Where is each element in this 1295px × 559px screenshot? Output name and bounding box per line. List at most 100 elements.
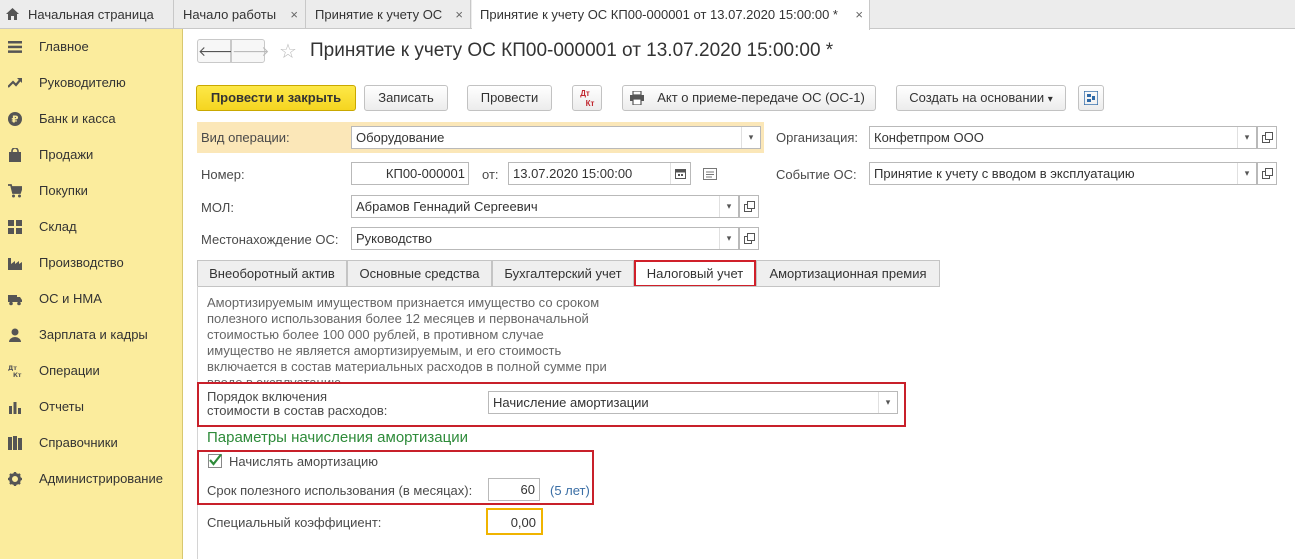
special-coefficient-field[interactable]: 0,00 (486, 508, 543, 535)
sidebar-item-label: Банк и касса (39, 111, 116, 126)
operation-label: Вид операции: (201, 130, 290, 145)
open-icon (744, 233, 755, 244)
mol-label: МОЛ: (201, 200, 234, 215)
menu-icon (8, 41, 22, 53)
order-label: Порядок включения стоимости в состав рас… (207, 390, 387, 418)
dropdown-arrow-icon[interactable]: ▾ (1237, 127, 1256, 148)
dt-kt-button[interactable]: Дт Кт (572, 85, 602, 111)
create-based-on-button[interactable]: Создать на основании ▾ (896, 85, 1066, 111)
tab-os-document[interactable]: Принятие к учету ОС КП00-000001 от 13.07… (472, 0, 870, 30)
tab-tax-accounting[interactable]: Налоговый учет (634, 260, 756, 287)
operation-field[interactable]: Оборудование ▾ (351, 126, 761, 149)
ruble-icon: ₽ (8, 112, 22, 126)
open-event-button[interactable] (1257, 162, 1277, 185)
sidebar-item-label: Склад (39, 219, 77, 234)
sidebar-item-label: Продажи (39, 147, 94, 162)
event-label: Событие ОС: (776, 167, 857, 182)
calendar-button[interactable] (670, 163, 690, 184)
post-button[interactable]: Провести (467, 85, 552, 111)
sidebar-item-manager[interactable]: Руководителю (0, 65, 183, 101)
gear-icon (8, 472, 22, 486)
structure-button[interactable] (1078, 85, 1104, 111)
coef-value: 0,00 (510, 515, 536, 530)
bag-icon (9, 148, 21, 162)
tab-accounting[interactable]: Бухгалтерский учет (492, 260, 634, 287)
tab-start-work[interactable]: Начало работы × (175, 0, 306, 29)
sidebar-item-label: Зарплата и кадры (39, 327, 148, 342)
close-icon[interactable]: × (290, 0, 298, 29)
document-form: 🡐 🡒 ☆ Принятие к учету ОС КП00-000001 от… (184, 30, 1295, 559)
event-value: Принятие к учету с вводом в эксплуатацию (874, 166, 1135, 181)
open-icon (1262, 168, 1273, 179)
dropdown-arrow-icon[interactable]: ▾ (741, 127, 760, 148)
truck-icon (8, 295, 22, 306)
sidebar-item-warehouse[interactable]: Склад (0, 209, 183, 245)
checkmark-icon (209, 453, 222, 466)
warehouse-icon (8, 220, 22, 234)
number-field[interactable]: КП00-000001 (351, 162, 469, 185)
tab-os-document-label: Принятие к учету ОС КП00-000001 от 13.07… (480, 7, 838, 22)
svg-text:Кт: Кт (13, 372, 22, 378)
close-icon[interactable]: × (455, 0, 463, 29)
create-based-on-label: Создать на основании (909, 90, 1045, 105)
accrue-checkbox[interactable] (208, 453, 222, 468)
date-from-label: от: (482, 167, 499, 182)
close-icon[interactable]: × (855, 0, 863, 29)
date-value: 13.07.2020 15:00:00 (513, 166, 633, 181)
tab-os-list[interactable]: Принятие к учету ОС × (307, 0, 471, 29)
mol-field[interactable]: Абрамов Геннадий Сергеевич ▾ (351, 195, 739, 218)
organization-value: Конфетпром ООО (874, 130, 984, 145)
save-button[interactable]: Записать (364, 85, 448, 111)
event-field[interactable]: Принятие к учету с вводом в эксплуатацию… (869, 162, 1257, 185)
back-button[interactable]: 🡐 (197, 39, 236, 63)
order-value: Начисление амортизации (493, 395, 649, 410)
sidebar-item-production[interactable]: Производство (0, 245, 183, 281)
comment-icon[interactable] (703, 168, 717, 180)
cart-icon (8, 184, 22, 198)
order-field[interactable]: Начисление амортизации ▾ (488, 391, 898, 414)
sidebar-item-purchases[interactable]: Покупки (0, 173, 183, 209)
sidebar-item-assets[interactable]: ОС и НМА (0, 281, 183, 317)
dropdown-arrow-icon[interactable]: ▾ (878, 392, 897, 413)
open-icon (1262, 132, 1273, 143)
sidebar-item-sales[interactable]: Продажи (0, 137, 183, 173)
dropdown-arrow-icon[interactable]: ▾ (719, 196, 738, 217)
open-mol-button[interactable] (739, 195, 759, 218)
mol-value: Абрамов Геннадий Сергеевич (356, 199, 538, 214)
forward-button[interactable]: 🡒 (231, 39, 270, 63)
tab-depreciation-bonus[interactable]: Амортизационная премия (756, 260, 940, 287)
org-label: Организация: (776, 130, 859, 145)
tab-home[interactable]: Начальная страница (0, 0, 174, 29)
organization-field[interactable]: Конфетпром ООО ▾ (869, 126, 1257, 149)
date-field[interactable]: 13.07.2020 15:00:00 (508, 162, 691, 185)
term-field[interactable]: 60 (488, 478, 540, 501)
location-value: Руководство (356, 231, 432, 246)
act-os1-button[interactable]: Акт о приеме-передаче ОС (ОС-1) (622, 85, 876, 111)
print-icon (630, 91, 644, 105)
sidebar-item-references[interactable]: Справочники (0, 425, 183, 461)
structure-icon (1084, 91, 1098, 105)
sidebar: Главное Руководителю ₽ Банк и касса Прод… (0, 29, 183, 559)
svg-text:₽: ₽ (12, 115, 19, 126)
tab-noncurrent-asset[interactable]: Внеоборотный актив (197, 260, 347, 287)
sidebar-item-label: Операции (39, 363, 100, 378)
sidebar-item-reports[interactable]: Отчеты (0, 389, 183, 425)
home-icon (6, 8, 19, 20)
sidebar-item-main[interactable]: Главное (0, 29, 183, 65)
tab-fixed-assets[interactable]: Основные средства (347, 260, 492, 287)
star-icon[interactable]: ☆ (279, 39, 297, 64)
dropdown-arrow-icon[interactable]: ▾ (719, 228, 738, 249)
sidebar-item-operations[interactable]: Дт Кт Операции (0, 353, 183, 389)
sidebar-item-admin[interactable]: Администрирование (0, 461, 183, 497)
location-field[interactable]: Руководство ▾ (351, 227, 739, 250)
post-and-close-button[interactable]: Провести и закрыть (196, 85, 356, 111)
sidebar-item-salary[interactable]: Зарплата и кадры (0, 317, 183, 353)
dropdown-arrow-icon[interactable]: ▾ (1237, 163, 1256, 184)
calendar-icon (675, 169, 686, 179)
open-location-button[interactable] (739, 227, 759, 250)
forward-arrow-icon: 🡒 (232, 43, 270, 59)
sidebar-item-label: ОС и НМА (39, 291, 102, 306)
open-organization-button[interactable] (1257, 126, 1277, 149)
person-icon (9, 328, 21, 342)
sidebar-item-bank[interactable]: ₽ Банк и касса (0, 101, 183, 137)
